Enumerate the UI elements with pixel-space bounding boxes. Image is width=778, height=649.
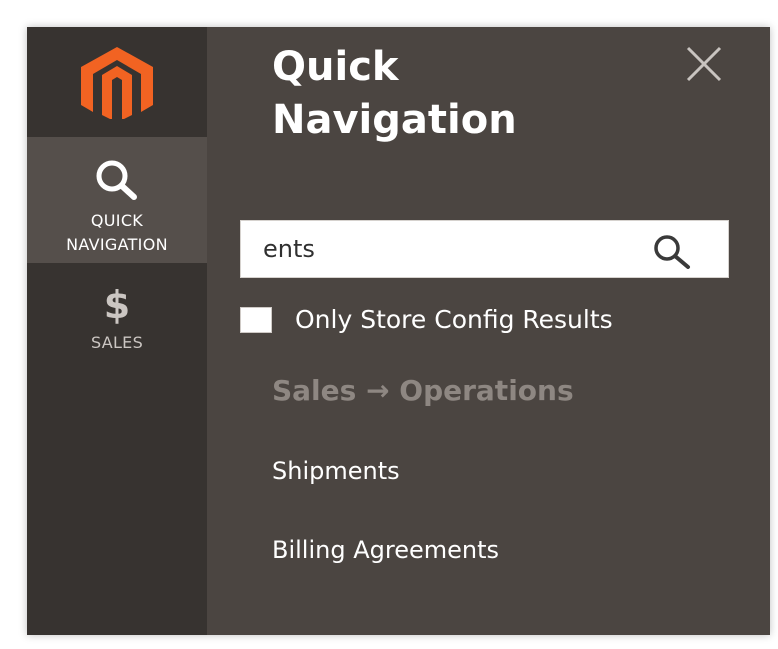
sidebar-item-label: NAVIGATION bbox=[66, 235, 168, 254]
sidebar-item-sales[interactable]: $ SALES bbox=[27, 263, 207, 363]
panel-title: Quick Navigation bbox=[272, 41, 517, 147]
panel-title-line1: Quick bbox=[272, 44, 399, 90]
magento-logo-icon bbox=[81, 47, 153, 119]
admin-frame: QUICK NAVIGATION $ SALES Quick Navigatio… bbox=[27, 27, 770, 635]
store-config-filter: Only Store Config Results bbox=[240, 303, 613, 337]
dollar-icon: $ bbox=[103, 283, 131, 327]
search-box bbox=[240, 220, 729, 278]
magento-logo[interactable] bbox=[27, 27, 207, 137]
panel-title-line2: Navigation bbox=[272, 97, 517, 143]
result-link-billing-agreements[interactable]: Billing Agreements bbox=[272, 532, 499, 568]
search-icon bbox=[96, 160, 137, 200]
search-input[interactable] bbox=[241, 221, 661, 277]
sidebar-item-quick-navigation[interactable]: QUICK NAVIGATION bbox=[27, 137, 207, 263]
search-icon bbox=[654, 235, 690, 269]
sidebar-item-label: SALES bbox=[90, 333, 144, 352]
close-icon bbox=[686, 46, 722, 82]
quick-navigation-panel: Quick Navigation Only Store Config Resul… bbox=[207, 27, 770, 635]
result-link-shipments[interactable]: Shipments bbox=[272, 453, 400, 489]
results-section-heading: Sales → Operations bbox=[272, 374, 574, 407]
only-store-config-checkbox[interactable] bbox=[240, 307, 272, 333]
sidebar-item-label: QUICK bbox=[90, 211, 144, 230]
close-button[interactable] bbox=[682, 42, 726, 86]
checkbox-label[interactable]: Only Store Config Results bbox=[295, 303, 613, 337]
search-button[interactable] bbox=[650, 233, 690, 269]
admin-sidebar: QUICK NAVIGATION $ SALES bbox=[27, 27, 207, 635]
